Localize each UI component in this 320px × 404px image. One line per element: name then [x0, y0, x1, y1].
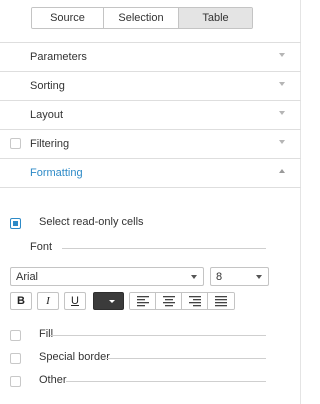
section-formatting-label: Formatting [30, 167, 83, 179]
special-border-row[interactable]: Special border [10, 351, 110, 364]
font-group-divider [62, 248, 266, 249]
align-right-button[interactable] [182, 293, 208, 309]
other-row[interactable]: Other [10, 374, 67, 387]
align-center-icon [162, 296, 175, 307]
font-family-value: Arial [16, 271, 39, 283]
special-border-checkbox[interactable] [10, 352, 21, 364]
font-size-select[interactable]: 8 [210, 267, 269, 286]
align-justify-button[interactable] [208, 293, 234, 309]
section-parameters[interactable]: Parameters [0, 42, 301, 71]
select-readonly-checkbox[interactable] [10, 217, 21, 229]
section-layout-label: Layout [30, 109, 64, 121]
section-filtering[interactable]: Filtering [0, 129, 301, 158]
align-left-button[interactable] [130, 293, 156, 309]
other-divider [66, 381, 266, 382]
font-color-button[interactable] [93, 292, 124, 310]
view-tabs: Source Selection Table [31, 7, 253, 29]
chevron-down-icon [279, 53, 285, 57]
fill-label: Fill [39, 328, 54, 340]
chevron-down-icon [279, 82, 285, 86]
bold-button[interactable]: B [10, 292, 32, 310]
chevron-down-icon [279, 140, 285, 144]
other-checkbox[interactable] [10, 375, 21, 387]
chevron-down-icon [256, 275, 262, 279]
section-formatting[interactable]: Formatting [0, 158, 301, 188]
alignment-group [129, 292, 235, 310]
special-border-label: Special border [39, 351, 110, 363]
font-size-value: 8 [216, 271, 223, 283]
chevron-down-icon [279, 111, 285, 115]
align-justify-icon [215, 296, 227, 307]
tab-table[interactable]: Table [179, 8, 252, 28]
fill-divider [50, 335, 266, 336]
chevron-down-icon [191, 275, 197, 279]
table-settings-panel: Source Selection Table Parameters Sortin… [0, 0, 301, 404]
align-left-icon [136, 296, 149, 307]
chevron-down-icon [109, 300, 115, 303]
font-family-select[interactable]: Arial [10, 267, 204, 286]
align-center-button[interactable] [156, 293, 182, 309]
fill-row[interactable]: Fill [10, 328, 53, 341]
section-sorting[interactable]: Sorting [0, 71, 301, 100]
section-parameters-label: Parameters [30, 51, 87, 63]
fill-checkbox[interactable] [10, 329, 21, 341]
chevron-up-icon [279, 169, 285, 173]
italic-button[interactable]: I [37, 292, 59, 310]
special-border-divider [106, 358, 266, 359]
underline-button[interactable]: U [64, 292, 86, 310]
select-readonly-row[interactable]: Select read-only cells [10, 216, 144, 229]
select-readonly-label: Select read-only cells [39, 216, 144, 228]
section-layout[interactable]: Layout [0, 100, 301, 129]
tab-source[interactable]: Source [32, 8, 104, 28]
section-sorting-label: Sorting [30, 80, 65, 92]
tab-selection[interactable]: Selection [104, 8, 179, 28]
other-label: Other [39, 374, 67, 386]
font-group-label: Font [30, 241, 53, 253]
align-right-icon [188, 296, 201, 307]
section-filtering-label: Filtering [30, 138, 70, 150]
filtering-checkbox[interactable] [10, 138, 21, 149]
